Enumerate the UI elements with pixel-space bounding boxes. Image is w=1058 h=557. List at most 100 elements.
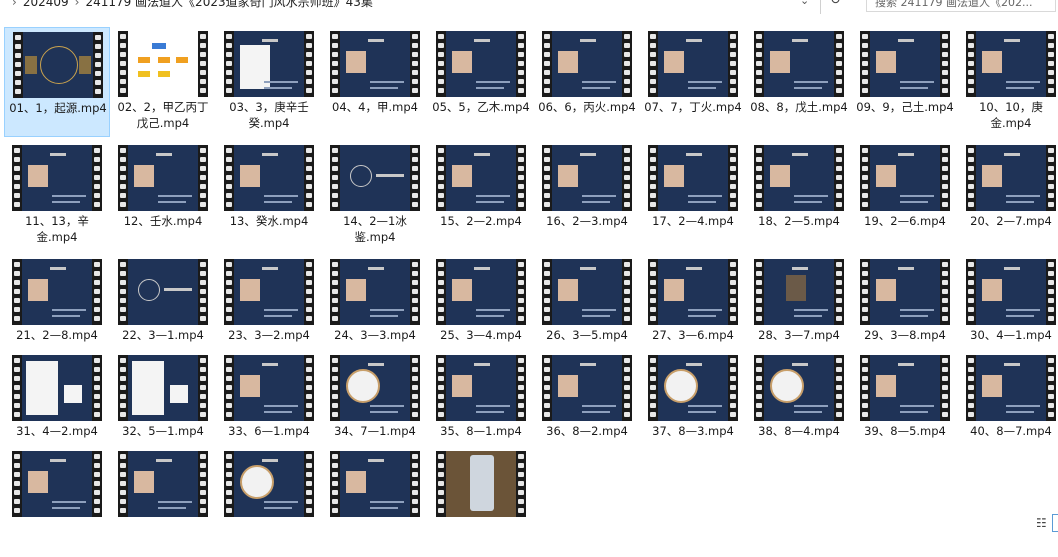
large-icons-view-icon[interactable] xyxy=(1052,514,1058,532)
file-item[interactable]: 30、4—1.mp4 xyxy=(958,255,1058,365)
file-item[interactable]: 05、5，乙木.mp4 xyxy=(428,27,534,137)
file-name: 20、2—7.mp4 xyxy=(970,214,1052,228)
video-thumbnail xyxy=(13,32,103,98)
file-name: 01、1，起源.mp4 xyxy=(9,101,107,115)
file-item[interactable]: 25、3—4.mp4 xyxy=(428,255,534,365)
video-frame xyxy=(234,451,304,517)
video-thumbnail xyxy=(224,31,314,97)
file-item[interactable]: 29、3—8.mp4 xyxy=(852,255,958,365)
video-frame xyxy=(658,355,728,421)
details-view-icon[interactable]: ☷ xyxy=(1036,516,1047,530)
file-item[interactable]: 21、2—8.mp4 xyxy=(4,255,110,365)
file-item[interactable]: 38、8—4.mp4 xyxy=(746,351,852,461)
film-strip-icon xyxy=(304,259,314,325)
file-item[interactable] xyxy=(110,447,216,557)
file-name: 22、3—1.mp4 xyxy=(122,328,204,342)
file-item[interactable]: 02、2，甲乙丙丁戊己.mp4 xyxy=(110,27,216,137)
film-strip-icon xyxy=(410,451,420,517)
file-item[interactable] xyxy=(428,447,534,557)
film-strip-icon xyxy=(198,259,208,325)
file-item[interactable] xyxy=(216,447,322,557)
video-thumbnail xyxy=(330,145,420,211)
file-item[interactable]: 19、2—6.mp4 xyxy=(852,141,958,251)
file-item[interactable]: 18、2—5.mp4 xyxy=(746,141,852,251)
file-name: 12、壬水.mp4 xyxy=(123,214,203,228)
file-item[interactable]: 08、8，戊土.mp4 xyxy=(746,27,852,137)
file-item[interactable]: 17、2—4.mp4 xyxy=(640,141,746,251)
file-item[interactable]: 37、8—3.mp4 xyxy=(640,351,746,461)
file-item[interactable]: 16、2—3.mp4 xyxy=(534,141,640,251)
video-frame xyxy=(658,259,728,325)
video-thumbnail xyxy=(754,259,844,325)
video-frame xyxy=(976,355,1046,421)
file-item[interactable]: 23、3—2.mp4 xyxy=(216,255,322,365)
file-item[interactable]: 14、2—1冰鉴.mp4 xyxy=(322,141,428,251)
video-thumbnail xyxy=(12,259,102,325)
film-strip-icon xyxy=(13,32,23,98)
file-item[interactable]: 39、8—5.mp4 xyxy=(852,351,958,461)
video-thumbnail xyxy=(224,355,314,421)
file-item[interactable]: 01、1，起源.mp4 xyxy=(4,27,110,137)
video-frame xyxy=(23,32,93,98)
file-name: 25、3—4.mp4 xyxy=(440,328,522,342)
file-item[interactable]: 24、3—3.mp4 xyxy=(322,255,428,365)
file-item[interactable]: 33、6—1.mp4 xyxy=(216,351,322,461)
file-item[interactable]: 22、3—1.mp4 xyxy=(110,255,216,365)
refresh-icon[interactable]: ↻ xyxy=(830,0,841,8)
file-item[interactable]: 15、2—2.mp4 xyxy=(428,141,534,251)
film-strip-icon xyxy=(1046,259,1056,325)
film-strip-icon xyxy=(648,259,658,325)
file-item[interactable]: 03、3，庚辛壬癸.mp4 xyxy=(216,27,322,137)
file-name: 21、2—8.mp4 xyxy=(16,328,98,342)
film-strip-icon xyxy=(224,31,234,97)
file-item[interactable]: 10、10，庚金.mp4 xyxy=(958,27,1058,137)
file-item[interactable] xyxy=(322,447,428,557)
film-strip-icon xyxy=(834,355,844,421)
file-item[interactable]: 36、8—2.mp4 xyxy=(534,351,640,461)
file-item[interactable]: 32、5—1.mp4 xyxy=(110,351,216,461)
breadcrumb-item-parent[interactable]: 202409 xyxy=(23,0,69,9)
file-item[interactable]: 34、7—1.mp4 xyxy=(322,351,428,461)
breadcrumb-item-current[interactable]: 241179 画法道人《2023道家奇门风水宗师班》43集 xyxy=(85,0,372,9)
file-item[interactable]: 07、7，丁火.mp4 xyxy=(640,27,746,137)
file-item[interactable]: 13、癸水.mp4 xyxy=(216,141,322,251)
file-item[interactable]: 12、壬水.mp4 xyxy=(110,141,216,251)
file-item[interactable]: 26、3—5.mp4 xyxy=(534,255,640,365)
file-item[interactable]: 06、6，丙火.mp4 xyxy=(534,27,640,137)
video-thumbnail xyxy=(330,355,420,421)
film-strip-icon xyxy=(224,451,234,517)
file-item[interactable] xyxy=(4,447,110,557)
film-strip-icon xyxy=(118,355,128,421)
file-item[interactable]: 28、3—7.mp4 xyxy=(746,255,852,365)
film-strip-icon xyxy=(648,355,658,421)
file-item[interactable]: 35、8—1.mp4 xyxy=(428,351,534,461)
video-thumbnail xyxy=(436,451,526,517)
file-item[interactable]: 11、13，辛金.mp4 xyxy=(4,141,110,251)
file-item[interactable]: 40、8—7.mp4 xyxy=(958,351,1058,461)
video-thumbnail xyxy=(754,355,844,421)
video-thumbnail xyxy=(648,259,738,325)
breadcrumb[interactable]: › 202409 › 241179 画法道人《2023道家奇门风水宗师班》43集 xyxy=(6,0,373,10)
search-input[interactable]: 搜索 241179 画法道人《202... xyxy=(866,0,1056,12)
video-frame xyxy=(446,31,516,97)
file-name: 08、8，戊土.mp4 xyxy=(750,100,848,114)
file-item[interactable]: 04、4，甲.mp4 xyxy=(322,27,428,137)
file-item[interactable]: 20、2—7.mp4 xyxy=(958,141,1058,251)
film-strip-icon xyxy=(198,451,208,517)
video-frame xyxy=(340,259,410,325)
file-item[interactable]: 31、4—2.mp4 xyxy=(4,351,110,461)
video-frame xyxy=(976,31,1046,97)
video-frame xyxy=(22,259,92,325)
film-strip-icon xyxy=(966,145,976,211)
chevron-down-icon[interactable]: ⌄ xyxy=(800,0,809,7)
film-strip-icon xyxy=(436,451,446,517)
film-strip-icon xyxy=(516,145,526,211)
video-thumbnail xyxy=(436,355,526,421)
file-item[interactable]: 27、3—6.mp4 xyxy=(640,255,746,365)
file-item[interactable]: 09、9，己土.mp4 xyxy=(852,27,958,137)
video-thumbnail xyxy=(118,31,208,97)
film-strip-icon xyxy=(754,145,764,211)
film-strip-icon xyxy=(940,145,950,211)
film-strip-icon xyxy=(860,145,870,211)
film-strip-icon xyxy=(12,355,22,421)
